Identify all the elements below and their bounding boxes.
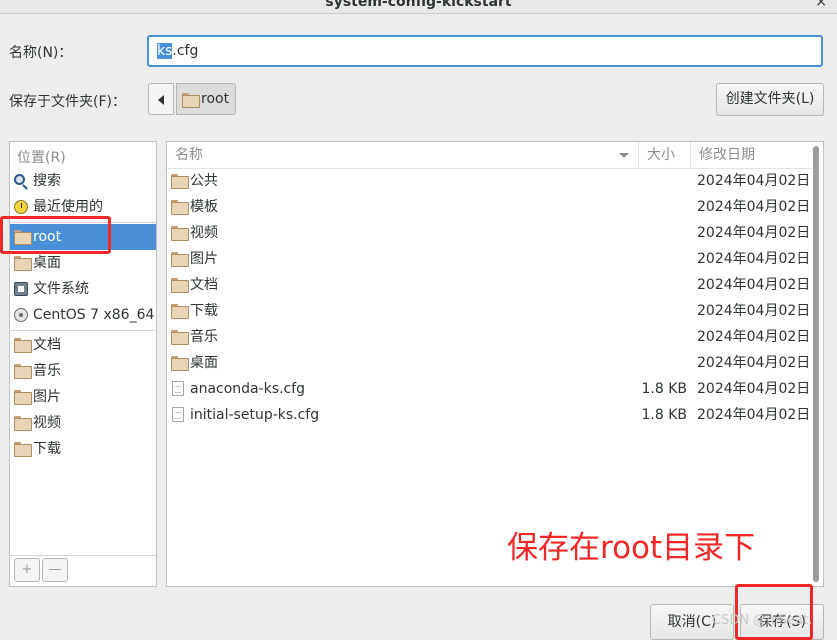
pictures-folder-icon [14,390,32,405]
folder-icon [171,174,189,189]
sidebar-item-label: 文件系统 [33,281,89,297]
music-folder-icon [14,364,32,379]
table-row[interactable]: anaconda-ks.cfg 1.8 KB 2024年04月02日 [167,376,811,402]
sidebar-item-label: 最近使用的 [33,199,103,215]
file-date: 2024年04月02日 [697,173,811,189]
sidebar-item-search[interactable]: 搜索 [10,168,156,194]
sidebar-item-videos[interactable]: 视频 [10,410,156,436]
filename-selected-text: ks [157,43,173,59]
file-name: anaconda-ks.cfg [190,381,306,397]
file-name: 音乐 [190,329,218,345]
create-folder-button[interactable]: 创建文件夹(L) [716,83,824,116]
annotation-text: 保存在root目录下 [507,530,756,566]
filename-input[interactable]: ks.cfg [147,35,823,67]
sidebar-item-documents[interactable]: 文档 [10,332,156,358]
save-in-folder-label: 保存于文件夹(F)： [9,94,126,110]
sidebar-item-label: 视频 [33,415,61,431]
title-bar: system-config-kickstart × [0,0,837,14]
clock-icon [14,200,28,214]
sidebar-item-label: 搜索 [33,173,61,189]
name-label: 名称(N)： [9,45,73,61]
sidebar-item-pictures[interactable]: 图片 [10,384,156,410]
close-icon[interactable]: × [815,0,827,10]
sidebar-item-downloads[interactable]: 下载 [10,436,156,462]
file-name: 视频 [190,225,218,241]
table-row[interactable]: 图片 2024年04月02日 [167,246,811,272]
sidebar-item-label: 桌面 [33,255,61,271]
sidebar-bottom-divider [10,555,156,556]
folder-icon [171,226,189,241]
file-name: 公共 [190,173,218,189]
file-date: 2024年04月02日 [697,199,811,215]
sidebar-item-filesystem[interactable]: 文件系统 [10,276,156,302]
add-bookmark-button[interactable]: + [14,558,40,582]
path-root-label: root [201,91,230,107]
sidebar-item-label: 文档 [33,337,61,353]
file-date: 2024年04月02日 [697,381,811,397]
watermark: CSDN @mSeat. [712,613,813,628]
home-folder-icon [182,93,200,108]
column-header-date[interactable]: 修改日期 [691,142,811,168]
file-date: 2024年04月02日 [697,329,811,345]
sidebar-item-music[interactable]: 音乐 [10,358,156,384]
text-file-icon [172,407,184,422]
search-icon [14,174,25,185]
sidebar-item-centos-disc[interactable]: CentOS 7 x86_64 [10,302,156,328]
text-file-icon [172,381,184,396]
folder-icon [171,252,189,267]
file-list-scrollbar[interactable] [813,146,819,582]
file-date: 2024年04月02日 [697,303,811,319]
sidebar-item-label: 音乐 [33,363,61,379]
places-sidebar: 位置(R) 搜索 最近使用的 root 桌面 文件系统 CentOS 7 x86… [9,141,157,587]
folder-icon [171,200,189,215]
videos-folder-icon [14,416,32,431]
folder-icon [171,356,189,371]
annotation-highlight-root [0,216,111,254]
table-row[interactable]: 桌面 2024年04月02日 [167,350,811,376]
desktop-folder-icon [14,256,32,271]
path-button-root[interactable]: root [176,83,236,115]
file-name: 文档 [190,277,218,293]
file-date: 2024年04月02日 [697,277,811,293]
sidebar-divider [10,330,156,331]
annotation-highlight-save [735,584,813,640]
file-date: 2024年04月02日 [697,225,811,241]
file-name: initial-setup-ks.cfg [190,407,320,423]
file-name: 桌面 [190,355,218,371]
folder-icon [171,330,189,345]
sidebar-item-label: 图片 [33,389,61,405]
table-row[interactable]: 文档 2024年04月02日 [167,272,811,298]
sidebar-item-label: 下载 [33,441,61,457]
file-size: 1.8 KB [641,381,688,397]
table-row[interactable]: initial-setup-ks.cfg 1.8 KB 2024年04月02日 [167,402,811,428]
remove-bookmark-button[interactable]: — [42,558,68,582]
file-name: 模板 [190,199,218,215]
file-date: 2024年04月02日 [697,355,811,371]
window-title: system-config-kickstart [325,0,512,10]
drive-icon [14,282,28,296]
file-date: 2024年04月02日 [697,251,811,267]
column-header-size[interactable]: 大小 [639,142,691,168]
table-row[interactable]: 音乐 2024年04月02日 [167,324,811,350]
file-size: 1.8 KB [641,407,688,423]
column-header-name[interactable]: 名称 [167,142,639,168]
file-name: 下载 [190,303,218,319]
folder-icon [171,304,189,319]
documents-folder-icon [14,338,32,353]
places-header: 位置(R) [17,150,66,166]
table-row[interactable]: 公共 2024年04月02日 [167,168,811,194]
file-date: 2024年04月02日 [697,407,811,423]
file-list: 名称 大小 修改日期 公共 2024年04月02日 模板 2024年04月02日… [166,141,824,587]
path-back-button[interactable] [148,83,174,115]
folder-icon [171,278,189,293]
sort-arrow-icon [619,153,629,158]
file-name: 图片 [190,251,218,267]
table-row[interactable]: 视频 2024年04月02日 [167,220,811,246]
disc-icon [14,308,28,322]
table-row[interactable]: 模板 2024年04月02日 [167,194,811,220]
downloads-folder-icon [14,442,32,457]
sidebar-item-label: CentOS 7 x86_64 [33,307,155,323]
table-row[interactable]: 下载 2024年04月02日 [167,298,811,324]
filename-rest-text: .cfg [172,43,199,59]
